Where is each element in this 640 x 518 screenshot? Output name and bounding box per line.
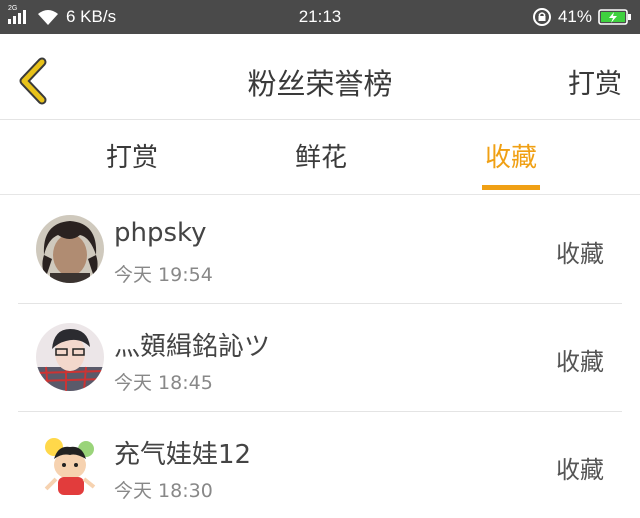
- chevron-left-icon: [19, 57, 47, 105]
- item-time: 今天 19:54: [114, 264, 213, 286]
- cellular-signal-icon: 2G: [8, 5, 30, 26]
- rotation-lock-icon: [532, 8, 551, 26]
- user-name: 充气娃娃12: [114, 440, 252, 470]
- item-action: 收藏: [556, 240, 604, 268]
- tab-label: 鲜花: [294, 143, 347, 173]
- active-tab-indicator: [482, 185, 540, 190]
- tab-bar: 打赏 鲜花 收藏: [0, 121, 640, 195]
- status-left: 2G 6 KB/s: [8, 0, 116, 34]
- tab-flowers[interactable]: 鲜花: [231, 121, 411, 195]
- user-name: phpsky: [114, 218, 207, 248]
- list-item[interactable]: 充气娃娃12 今天 18:30 收藏: [18, 412, 622, 518]
- item-action: 收藏: [556, 456, 604, 484]
- avatar: [36, 323, 104, 391]
- user-name: 灬頞緝銘訫ツ: [114, 332, 271, 362]
- item-action: 收藏: [556, 348, 604, 376]
- tab-label: 打赏: [105, 143, 158, 173]
- battery-charging-icon: [598, 9, 631, 25]
- back-button[interactable]: [12, 56, 56, 106]
- tab-reward[interactable]: 打赏: [42, 121, 222, 195]
- nav-header: 粉丝荣誉榜 打赏: [0, 34, 640, 120]
- fan-list: phpsky 今天 19:54 收藏 灬頞緝銘訫ツ 今天 18:45 收藏 充气…: [0, 196, 640, 518]
- list-item[interactable]: 灬頞緝銘訫ツ 今天 18:45 收藏: [18, 304, 622, 412]
- status-bar: 2G 6 KB/s 21:13 41%: [0, 0, 640, 34]
- item-time: 今天 18:45: [114, 372, 213, 394]
- network-speed: 6 KB/s: [66, 7, 117, 26]
- page-title: 粉丝荣誉榜: [247, 67, 393, 101]
- list-item[interactable]: phpsky 今天 19:54 收藏: [18, 196, 622, 304]
- avatar: [36, 431, 104, 499]
- wifi-icon: [38, 10, 58, 25]
- tab-favorites[interactable]: 收藏: [421, 121, 601, 195]
- reward-button[interactable]: 打赏: [568, 62, 622, 101]
- tab-label: 收藏: [484, 143, 537, 173]
- battery-percent: 41%: [557, 7, 592, 26]
- status-right: 41%: [532, 0, 632, 34]
- avatar: [36, 215, 104, 283]
- item-time: 今天 18:30: [114, 480, 213, 502]
- network-type-label: 2G: [8, 5, 18, 12]
